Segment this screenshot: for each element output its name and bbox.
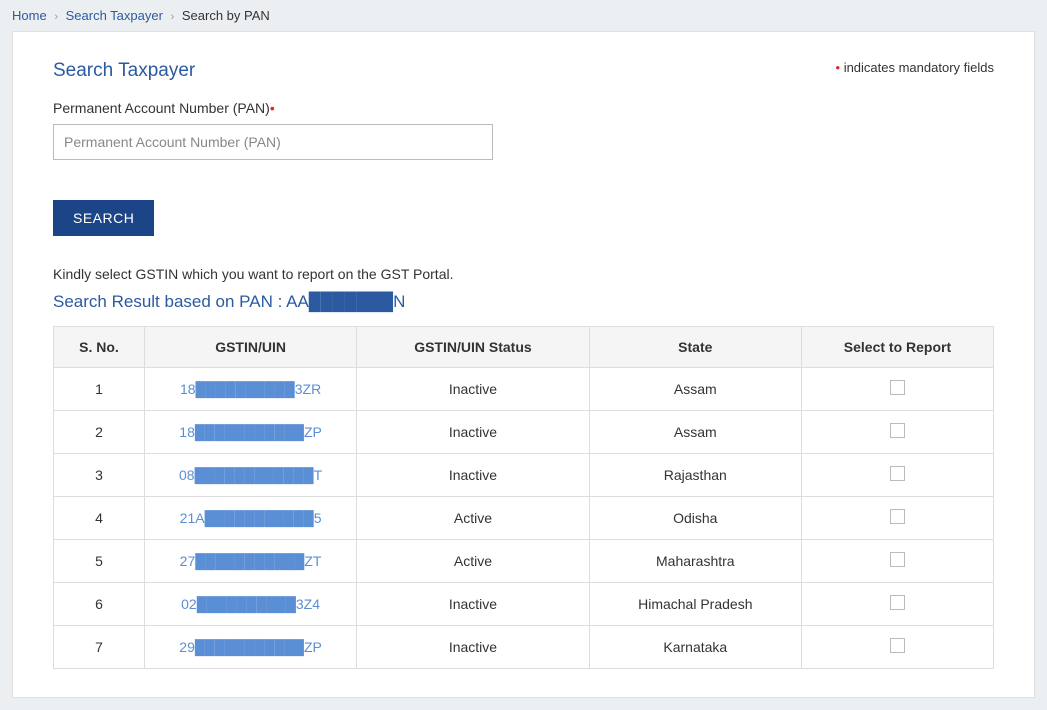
- cell-sno: 4: [54, 497, 145, 540]
- cell-status: Inactive: [357, 626, 589, 669]
- cell-status: Inactive: [357, 411, 589, 454]
- table-row: 118██████████3ZRInactiveAssam: [54, 368, 994, 411]
- select-checkbox[interactable]: [890, 423, 905, 438]
- table-row: 527███████████ZTActiveMaharashtra: [54, 540, 994, 583]
- cell-select: [801, 497, 993, 540]
- select-checkbox[interactable]: [890, 552, 905, 567]
- cell-select: [801, 540, 993, 583]
- pan-label-text: Permanent Account Number (PAN): [53, 100, 270, 116]
- column-header-select: Select to Report: [801, 327, 993, 368]
- cell-select: [801, 454, 993, 497]
- pan-label: Permanent Account Number (PAN)•: [53, 100, 994, 116]
- main-panel: Search Taxpayer • indicates mandatory fi…: [12, 31, 1035, 698]
- cell-status: Active: [357, 540, 589, 583]
- cell-select: [801, 626, 993, 669]
- cell-gstin: 29███████████ZP: [144, 626, 356, 669]
- column-header-state: State: [589, 327, 801, 368]
- cell-status: Active: [357, 497, 589, 540]
- breadcrumb-search-taxpayer[interactable]: Search Taxpayer: [66, 8, 163, 23]
- column-header-sno: S. No.: [54, 327, 145, 368]
- cell-sno: 1: [54, 368, 145, 411]
- results-table: S. No. GSTIN/UIN GSTIN/UIN Status State …: [53, 326, 994, 669]
- select-checkbox[interactable]: [890, 595, 905, 610]
- cell-select: [801, 411, 993, 454]
- mandatory-fields-text: indicates mandatory fields: [844, 60, 994, 75]
- breadcrumb-home[interactable]: Home: [12, 8, 47, 23]
- cell-state: Assam: [589, 411, 801, 454]
- cell-state: Karnataka: [589, 626, 801, 669]
- cell-sno: 2: [54, 411, 145, 454]
- cell-gstin: 21A███████████5: [144, 497, 356, 540]
- cell-state: Assam: [589, 368, 801, 411]
- select-checkbox[interactable]: [890, 509, 905, 524]
- cell-status: Inactive: [357, 454, 589, 497]
- cell-state: Maharashtra: [589, 540, 801, 583]
- breadcrumb-current: Search by PAN: [182, 8, 270, 23]
- required-asterisk-icon: •: [270, 100, 275, 116]
- cell-select: [801, 583, 993, 626]
- table-row: 308████████████TInactiveRajasthan: [54, 454, 994, 497]
- page-title: Search Taxpayer: [53, 60, 195, 82]
- select-checkbox[interactable]: [890, 466, 905, 481]
- cell-state: Odisha: [589, 497, 801, 540]
- table-row: 421A███████████5ActiveOdisha: [54, 497, 994, 540]
- select-checkbox[interactable]: [890, 380, 905, 395]
- breadcrumb: Home › Search Taxpayer › Search by PAN: [0, 0, 1047, 31]
- helper-text: Kindly select GSTIN which you want to re…: [53, 266, 994, 282]
- select-checkbox[interactable]: [890, 638, 905, 653]
- column-header-status: GSTIN/UIN Status: [357, 327, 589, 368]
- cell-sno: 7: [54, 626, 145, 669]
- cell-status: Inactive: [357, 583, 589, 626]
- chevron-right-icon: ›: [171, 11, 175, 23]
- cell-sno: 6: [54, 583, 145, 626]
- cell-gstin: 27███████████ZT: [144, 540, 356, 583]
- cell-gstin: 02██████████3Z4: [144, 583, 356, 626]
- search-result-heading: Search Result based on PAN : AA███████N: [53, 292, 994, 312]
- pan-input[interactable]: [53, 124, 493, 160]
- cell-state: Himachal Pradesh: [589, 583, 801, 626]
- table-row: 602██████████3Z4InactiveHimachal Pradesh: [54, 583, 994, 626]
- result-heading-pan: AA███████N: [286, 292, 405, 311]
- cell-sno: 3: [54, 454, 145, 497]
- cell-status: Inactive: [357, 368, 589, 411]
- chevron-right-icon: ›: [54, 11, 58, 23]
- asterisk-icon: •: [836, 60, 841, 75]
- cell-state: Rajasthan: [589, 454, 801, 497]
- result-heading-prefix: Search Result based on PAN :: [53, 292, 286, 311]
- cell-gstin: 08████████████T: [144, 454, 356, 497]
- table-row: 729███████████ZPInactiveKarnataka: [54, 626, 994, 669]
- search-button[interactable]: SEARCH: [53, 200, 154, 236]
- cell-gstin: 18███████████ZP: [144, 411, 356, 454]
- cell-gstin: 18██████████3ZR: [144, 368, 356, 411]
- cell-sno: 5: [54, 540, 145, 583]
- mandatory-fields-note: • indicates mandatory fields: [836, 60, 995, 75]
- column-header-gstin: GSTIN/UIN: [144, 327, 356, 368]
- cell-select: [801, 368, 993, 411]
- table-row: 218███████████ZPInactiveAssam: [54, 411, 994, 454]
